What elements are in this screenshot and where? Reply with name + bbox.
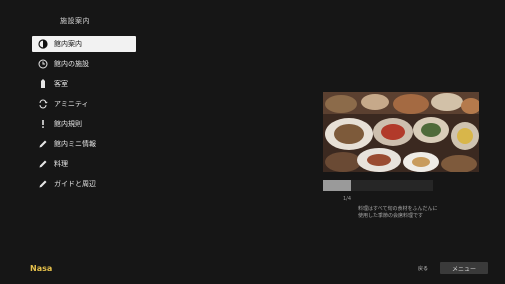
menu-item-label: 館内ミニ情報 <box>54 140 96 148</box>
menu-item-2[interactable]: 客室 <box>32 76 136 92</box>
menu-item-label: 館内案内 <box>54 40 82 48</box>
brand-logo: Nasa <box>30 264 53 273</box>
preview-image <box>323 92 479 172</box>
food-photo <box>323 92 479 172</box>
progress-caption: 1/4 <box>343 196 352 202</box>
contrast-icon <box>38 39 48 49</box>
menu-item-6[interactable]: 料理 <box>32 156 136 172</box>
menu-item-label: 料理 <box>54 160 68 168</box>
sync-icon <box>38 99 48 109</box>
description-line: 使用した季節の会席料理です <box>358 213 424 219</box>
screen: 施設案内 館内案内 館内の施設 客室 アミニティ 館内規則 館内ミニ情報 料理 … <box>0 0 505 284</box>
menu-item-3[interactable]: アミニティ <box>32 96 136 112</box>
progress-fill <box>323 180 351 191</box>
menu-item-label: アミニティ <box>54 100 89 108</box>
battery-icon <box>38 79 48 89</box>
exclamation-icon <box>38 119 48 129</box>
pen-icon <box>38 179 48 189</box>
page-title: 施設案内 <box>60 17 90 25</box>
menu-item-0[interactable]: 館内案内 <box>32 36 136 52</box>
menu-item-label: 館内規則 <box>54 120 82 128</box>
preview-description: 料理はすべて旬の食材をふんだんに 使用した季節の会席料理です <box>358 206 478 220</box>
back-label: 戻る <box>418 266 429 272</box>
menu-item-1[interactable]: 館内の施設 <box>32 56 136 72</box>
menu-item-label: 館内の施設 <box>54 60 89 68</box>
menu-item-7[interactable]: ガイドと周辺 <box>32 176 136 192</box>
side-menu: 館内案内 館内の施設 客室 アミニティ 館内規則 館内ミニ情報 料理 ガイドと周… <box>32 36 136 196</box>
pen-icon <box>38 139 48 149</box>
clock-icon <box>38 59 48 69</box>
menu-item-label: 客室 <box>54 80 68 88</box>
menu-item-4[interactable]: 館内規則 <box>32 116 136 132</box>
image-progress-bar <box>323 180 433 191</box>
menu-item-label: ガイドと周辺 <box>54 180 96 188</box>
pen-icon <box>38 159 48 169</box>
menu-button[interactable]: メニュー <box>440 262 488 274</box>
menu-item-5[interactable]: 館内ミニ情報 <box>32 136 136 152</box>
description-line: 料理はすべて旬の食材をふんだんに <box>358 206 438 212</box>
